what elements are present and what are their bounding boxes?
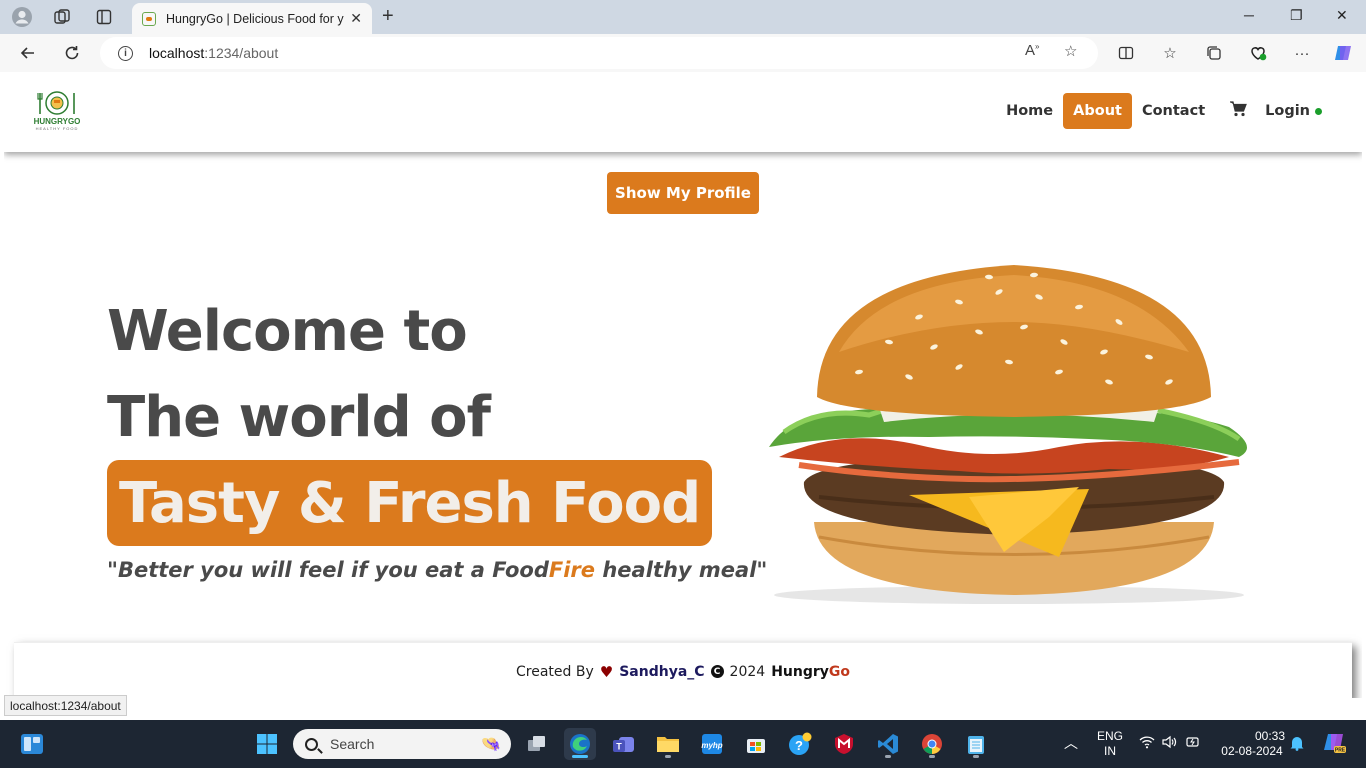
hero-highlight: Tasty & Fresh Food xyxy=(107,460,713,546)
svg-text:PRE: PRE xyxy=(1335,748,1346,754)
teams-icon[interactable]: T xyxy=(608,728,640,760)
new-tab-icon[interactable]: + xyxy=(382,6,394,26)
url-field[interactable]: i localhost:1234/about xyxy=(100,37,1098,69)
copilot-icon[interactable] xyxy=(1333,43,1353,63)
tagline-part2: healthy meal" xyxy=(595,558,768,582)
nav-home-link[interactable]: Home xyxy=(1006,93,1053,129)
svg-text:T: T xyxy=(616,742,622,752)
help-icon[interactable]: ? xyxy=(784,728,816,760)
nav-about-link[interactable]: About xyxy=(1063,93,1132,129)
close-window-icon[interactable]: ✕ xyxy=(1336,7,1348,24)
address-toolbar: i localhost:1234/about A» ☆ ☆ ··· xyxy=(0,34,1366,72)
logo-plate-icon xyxy=(37,91,75,115)
open-app-indicator xyxy=(665,755,671,758)
login-link[interactable]: Login xyxy=(1265,103,1322,119)
taskbar-search[interactable]: Search 👒 xyxy=(293,729,511,759)
wifi-icon[interactable] xyxy=(1139,735,1155,753)
minimize-icon[interactable]: ─ xyxy=(1244,7,1254,23)
svg-text:myhp: myhp xyxy=(701,741,722,750)
footer-brand: HungryGo xyxy=(771,664,850,680)
notepad-icon[interactable] xyxy=(960,728,992,760)
battery-icon[interactable] xyxy=(1186,735,1202,753)
tab-actions-icon[interactable] xyxy=(93,6,115,28)
url-path: :1234/about xyxy=(204,45,279,61)
language-line2: IN xyxy=(1104,744,1116,758)
browser-tab-bar: HungryGo | Delicious Food for yo ✕ + ─ ❐… xyxy=(0,0,1366,34)
volume-icon[interactable] xyxy=(1162,735,1178,753)
svg-text:?: ? xyxy=(795,738,803,753)
site-footer: Created By ♥ Sandhya_C C 2024 HungryGo xyxy=(14,642,1352,698)
hero-heading-line2: The world of xyxy=(107,385,491,450)
footer-author: Sandhya_C xyxy=(619,663,705,680)
link-status-tooltip: localhost:1234/about xyxy=(4,695,127,716)
active-app-indicator xyxy=(572,755,588,758)
notification-bell-icon[interactable] xyxy=(1290,735,1304,755)
login-label: Login xyxy=(1265,103,1310,119)
hero-tagline: "Better you will feel if you eat a FoodF… xyxy=(107,558,767,582)
online-status-dot xyxy=(1315,107,1322,115)
language-indicator[interactable]: ENG IN xyxy=(1094,729,1126,759)
site-header: HUNGRYGO HEALTHY FOOD Home About Contact… xyxy=(4,72,1362,152)
show-hidden-icons[interactable]: ︿ xyxy=(1064,736,1078,751)
widgets-icon[interactable] xyxy=(16,728,48,760)
copyright-icon: C xyxy=(710,665,724,678)
footer-year: 2024 xyxy=(729,663,766,680)
main-nav: Home About Contact Login xyxy=(1006,93,1322,129)
language-line1: ENG xyxy=(1096,729,1123,743)
split-screen-icon[interactable] xyxy=(1116,43,1136,63)
logo-text: HUNGRYGO xyxy=(33,117,81,126)
restore-icon[interactable]: ❐ xyxy=(1290,7,1303,24)
tagline-accent: Fire xyxy=(548,558,596,582)
read-aloud-icon[interactable]: A» xyxy=(1025,42,1039,59)
clock-date: 02-08-2024 xyxy=(1221,744,1283,758)
start-icon[interactable] xyxy=(251,728,283,760)
tagline-part1: "Better you will feel if you eat a Food xyxy=(107,558,549,582)
refresh-icon[interactable] xyxy=(61,42,83,64)
chrome-icon[interactable] xyxy=(916,728,948,760)
tab-active[interactable]: HungryGo | Delicious Food for yo ✕ xyxy=(132,3,372,34)
collections-icon[interactable] xyxy=(1204,43,1224,63)
copilot-taskbar-icon[interactable]: PRE xyxy=(1322,731,1346,759)
workspaces-icon[interactable] xyxy=(51,6,73,28)
logo-subtext: HEALTHY FOOD xyxy=(35,126,79,131)
open-app-indicator xyxy=(973,755,979,758)
hero-heading-line1: Welcome to xyxy=(107,299,468,364)
burger-image xyxy=(769,265,1247,604)
show-profile-button[interactable]: Show My Profile xyxy=(607,172,759,214)
nav-contact-link[interactable]: Contact xyxy=(1142,93,1205,129)
site-info-icon[interactable]: i xyxy=(118,45,133,61)
footer-brand-accent: Go xyxy=(828,663,850,680)
tab-title: HungryGo | Delicious Food for yo xyxy=(166,11,345,26)
favorites-icon[interactable]: ☆ xyxy=(1160,43,1180,63)
back-icon[interactable] xyxy=(17,42,39,64)
open-app-indicator xyxy=(885,755,891,758)
open-app-indicator xyxy=(929,755,935,758)
page-viewport: HUNGRYGO HEALTHY FOOD Home About Contact… xyxy=(4,72,1362,698)
store-icon[interactable] xyxy=(740,728,772,760)
more-menu-icon[interactable]: ··· xyxy=(1292,43,1312,63)
profile-icon[interactable] xyxy=(11,6,33,28)
footer-created-by: Created By xyxy=(516,663,594,680)
search-icon xyxy=(305,737,318,751)
clock[interactable]: 00:33 02-08-2024 xyxy=(1219,729,1285,759)
favorite-star-icon[interactable]: ☆ xyxy=(1064,42,1077,60)
close-tab-icon[interactable]: ✕ xyxy=(350,10,362,27)
site-favicon-icon xyxy=(142,11,156,26)
footer-brand-main: Hungry xyxy=(771,663,829,680)
clock-time: 00:33 xyxy=(1254,729,1285,743)
cart-icon[interactable] xyxy=(1229,100,1247,122)
heart-icon: ♥ xyxy=(599,662,614,681)
windows-taskbar: Search 👒 T myhp ? ︿ ENG IN 00:33 02-08-2… xyxy=(0,720,1366,768)
browser-essentials-icon[interactable] xyxy=(1248,43,1268,63)
file-explorer-icon[interactable] xyxy=(652,728,684,760)
taskbar-search-placeholder: Search xyxy=(330,736,375,752)
mcafee-icon[interactable] xyxy=(828,728,860,760)
vscode-icon[interactable] xyxy=(872,728,904,760)
task-view-icon[interactable] xyxy=(521,728,553,760)
hp-app-icon[interactable]: myhp xyxy=(696,728,728,760)
search-highlight-icon: 👒 xyxy=(481,736,501,753)
edge-taskbar-icon[interactable] xyxy=(564,728,596,760)
url-host: localhost xyxy=(149,45,205,61)
hungrygo-logo[interactable]: HUNGRYGO HEALTHY FOOD xyxy=(32,90,82,132)
